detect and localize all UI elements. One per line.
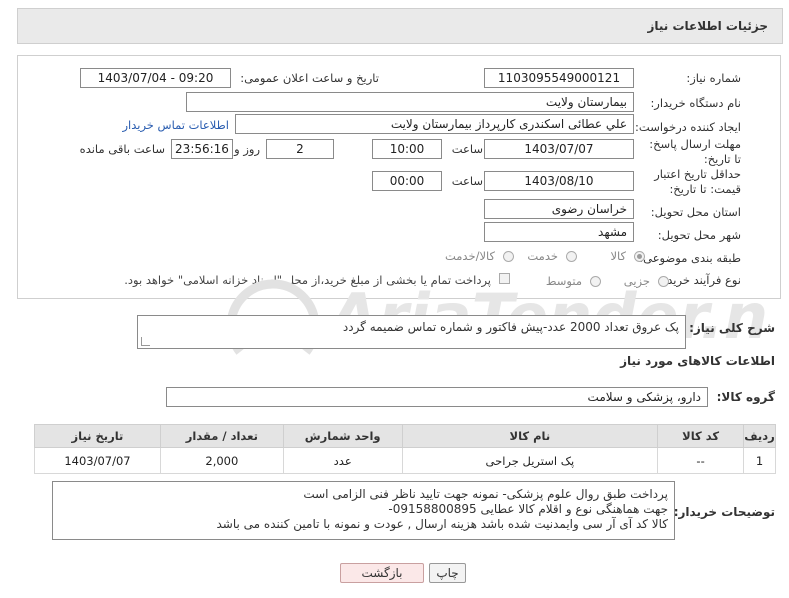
need-number-field: 1103095549000121 (484, 68, 634, 88)
cell-unit: عدد (282, 447, 403, 474)
cell-date: 1403/07/07 (34, 447, 161, 474)
announce-field: 1403/07/04 - 09:20 (80, 68, 231, 88)
page-title: جزئیات اطلاعات نیاز (647, 19, 768, 33)
category-service-option: خدمت (527, 249, 558, 263)
buyer-notes-textarea: پرداخت طبق روال علوم پزشکی- نمونه جهت تا… (52, 481, 675, 540)
process-minor-option: جزیی (623, 274, 650, 288)
print-button[interactable]: چاپ (429, 563, 466, 583)
province-field: خراسان رضوی (484, 199, 634, 219)
col-code: کد کالا (657, 424, 745, 448)
goods-group-field: دارو، پزشکی و سلامت (166, 387, 708, 407)
buyer-notes-line-1: پرداخت طبق روال علوم پزشکی- نمونه جهت تا… (303, 487, 668, 501)
need-number-label: شماره نیاز: (686, 71, 741, 85)
buyer-notes-line-3: کالا کد آی آر سی وایمدنیت شده باشد هزینه… (216, 517, 669, 531)
process-minor-radio[interactable] (658, 276, 669, 287)
validity-date-field: 1403/08/10 (484, 171, 634, 191)
treasury-checkbox[interactable] (499, 273, 510, 284)
description-textarea: پک عروق تعداد 2000 عدد-پیش فاکتور و شمار… (137, 315, 686, 349)
description-text: پک عروق تعداد 2000 عدد-پیش فاکتور و شمار… (342, 320, 679, 334)
province-label: استان محل تحویل: (650, 205, 741, 219)
announce-label: تاریخ و ساعت اعلان عمومی: (240, 71, 379, 85)
buyer-notes-label: توضیحات خریدار: (673, 505, 775, 519)
col-qty: تعداد / مقدار (159, 424, 284, 448)
city-label: شهر محل تحویل: (657, 228, 741, 242)
col-date: تاریخ نیاز (34, 424, 161, 448)
city-field: مشهد (484, 222, 634, 242)
goods-group-label: گروه کالا: (716, 390, 775, 404)
buyer-org-field: بیمارستان ولایت (186, 92, 634, 112)
buyer-notes-line-2: جهت هماهنگی نوع و اقلام کالا عطایی 09158… (388, 502, 668, 516)
days-field: 2 (266, 139, 334, 159)
deadline-label: مهلت ارسال پاسخ: تا تاریخ: (649, 137, 741, 166)
category-both-radio[interactable] (503, 251, 514, 262)
goods-table-header: ردیف کد کالا نام کالا واحد شمارش تعداد /… (34, 424, 776, 448)
creator-label: ایجاد کننده درخواست: (635, 120, 741, 134)
days-label: روز و (234, 142, 260, 156)
category-goods-radio[interactable] (634, 251, 645, 262)
col-name: نام کالا (401, 424, 659, 448)
contact-info-link[interactable]: اطلاعات تماس خریدار (122, 118, 229, 132)
goods-table: ردیف کد کالا نام کالا واحد شمارش تعداد /… (34, 424, 776, 474)
col-row: ردیف (743, 424, 776, 448)
goods-section-title: اطلاعات کالاهای مورد نیاز (620, 354, 775, 368)
category-service-radio[interactable] (566, 251, 577, 262)
resize-handle-icon[interactable] (141, 337, 150, 346)
validity-time-field: 00:00 (372, 171, 442, 191)
category-both-option: کالا/خدمت (444, 249, 495, 263)
cell-code: -- (657, 447, 745, 474)
table-row: 1 -- پک استریل جراحی عدد 2,000 1403/07/0… (34, 447, 776, 474)
deadline-time-label: ساعت (451, 142, 483, 156)
remaining-time-field: 23:56:16 (171, 139, 233, 159)
buyer-org-label: نام دستگاه خریدار: (650, 96, 741, 110)
col-unit: واحد شمارش (282, 424, 403, 448)
page-header: جزئیات اطلاعات نیاز (17, 8, 783, 44)
category-label: طبقه بندی موضوعی: (639, 251, 741, 265)
cell-qty: 2,000 (159, 447, 284, 474)
back-button[interactable]: بازگشت (340, 563, 424, 583)
treasury-note: پرداخت تمام یا بخشی از مبلغ خرید،از محل … (124, 273, 491, 287)
validity-label: حداقل تاریخ اعتبار قیمت: تا تاریخ: (654, 167, 741, 196)
remaining-label: ساعت باقی مانده (79, 142, 165, 156)
validity-time-label: ساعت (451, 174, 483, 188)
category-goods-option: کالا (610, 249, 626, 263)
process-medium-option: متوسط (545, 274, 582, 288)
process-label: نوع فرآیند خرید : (659, 273, 741, 287)
description-label: شرح کلی نیاز: (689, 321, 775, 335)
deadline-time-field: 10:00 (372, 139, 442, 159)
creator-field: علي عطائی اسکندری کارپرداز بیمارستان ولا… (235, 114, 634, 134)
cell-name: پک استریل جراحی (401, 447, 659, 474)
deadline-date-field: 1403/07/07 (484, 139, 634, 159)
process-medium-radio[interactable] (590, 276, 601, 287)
cell-row: 1 (743, 447, 776, 474)
